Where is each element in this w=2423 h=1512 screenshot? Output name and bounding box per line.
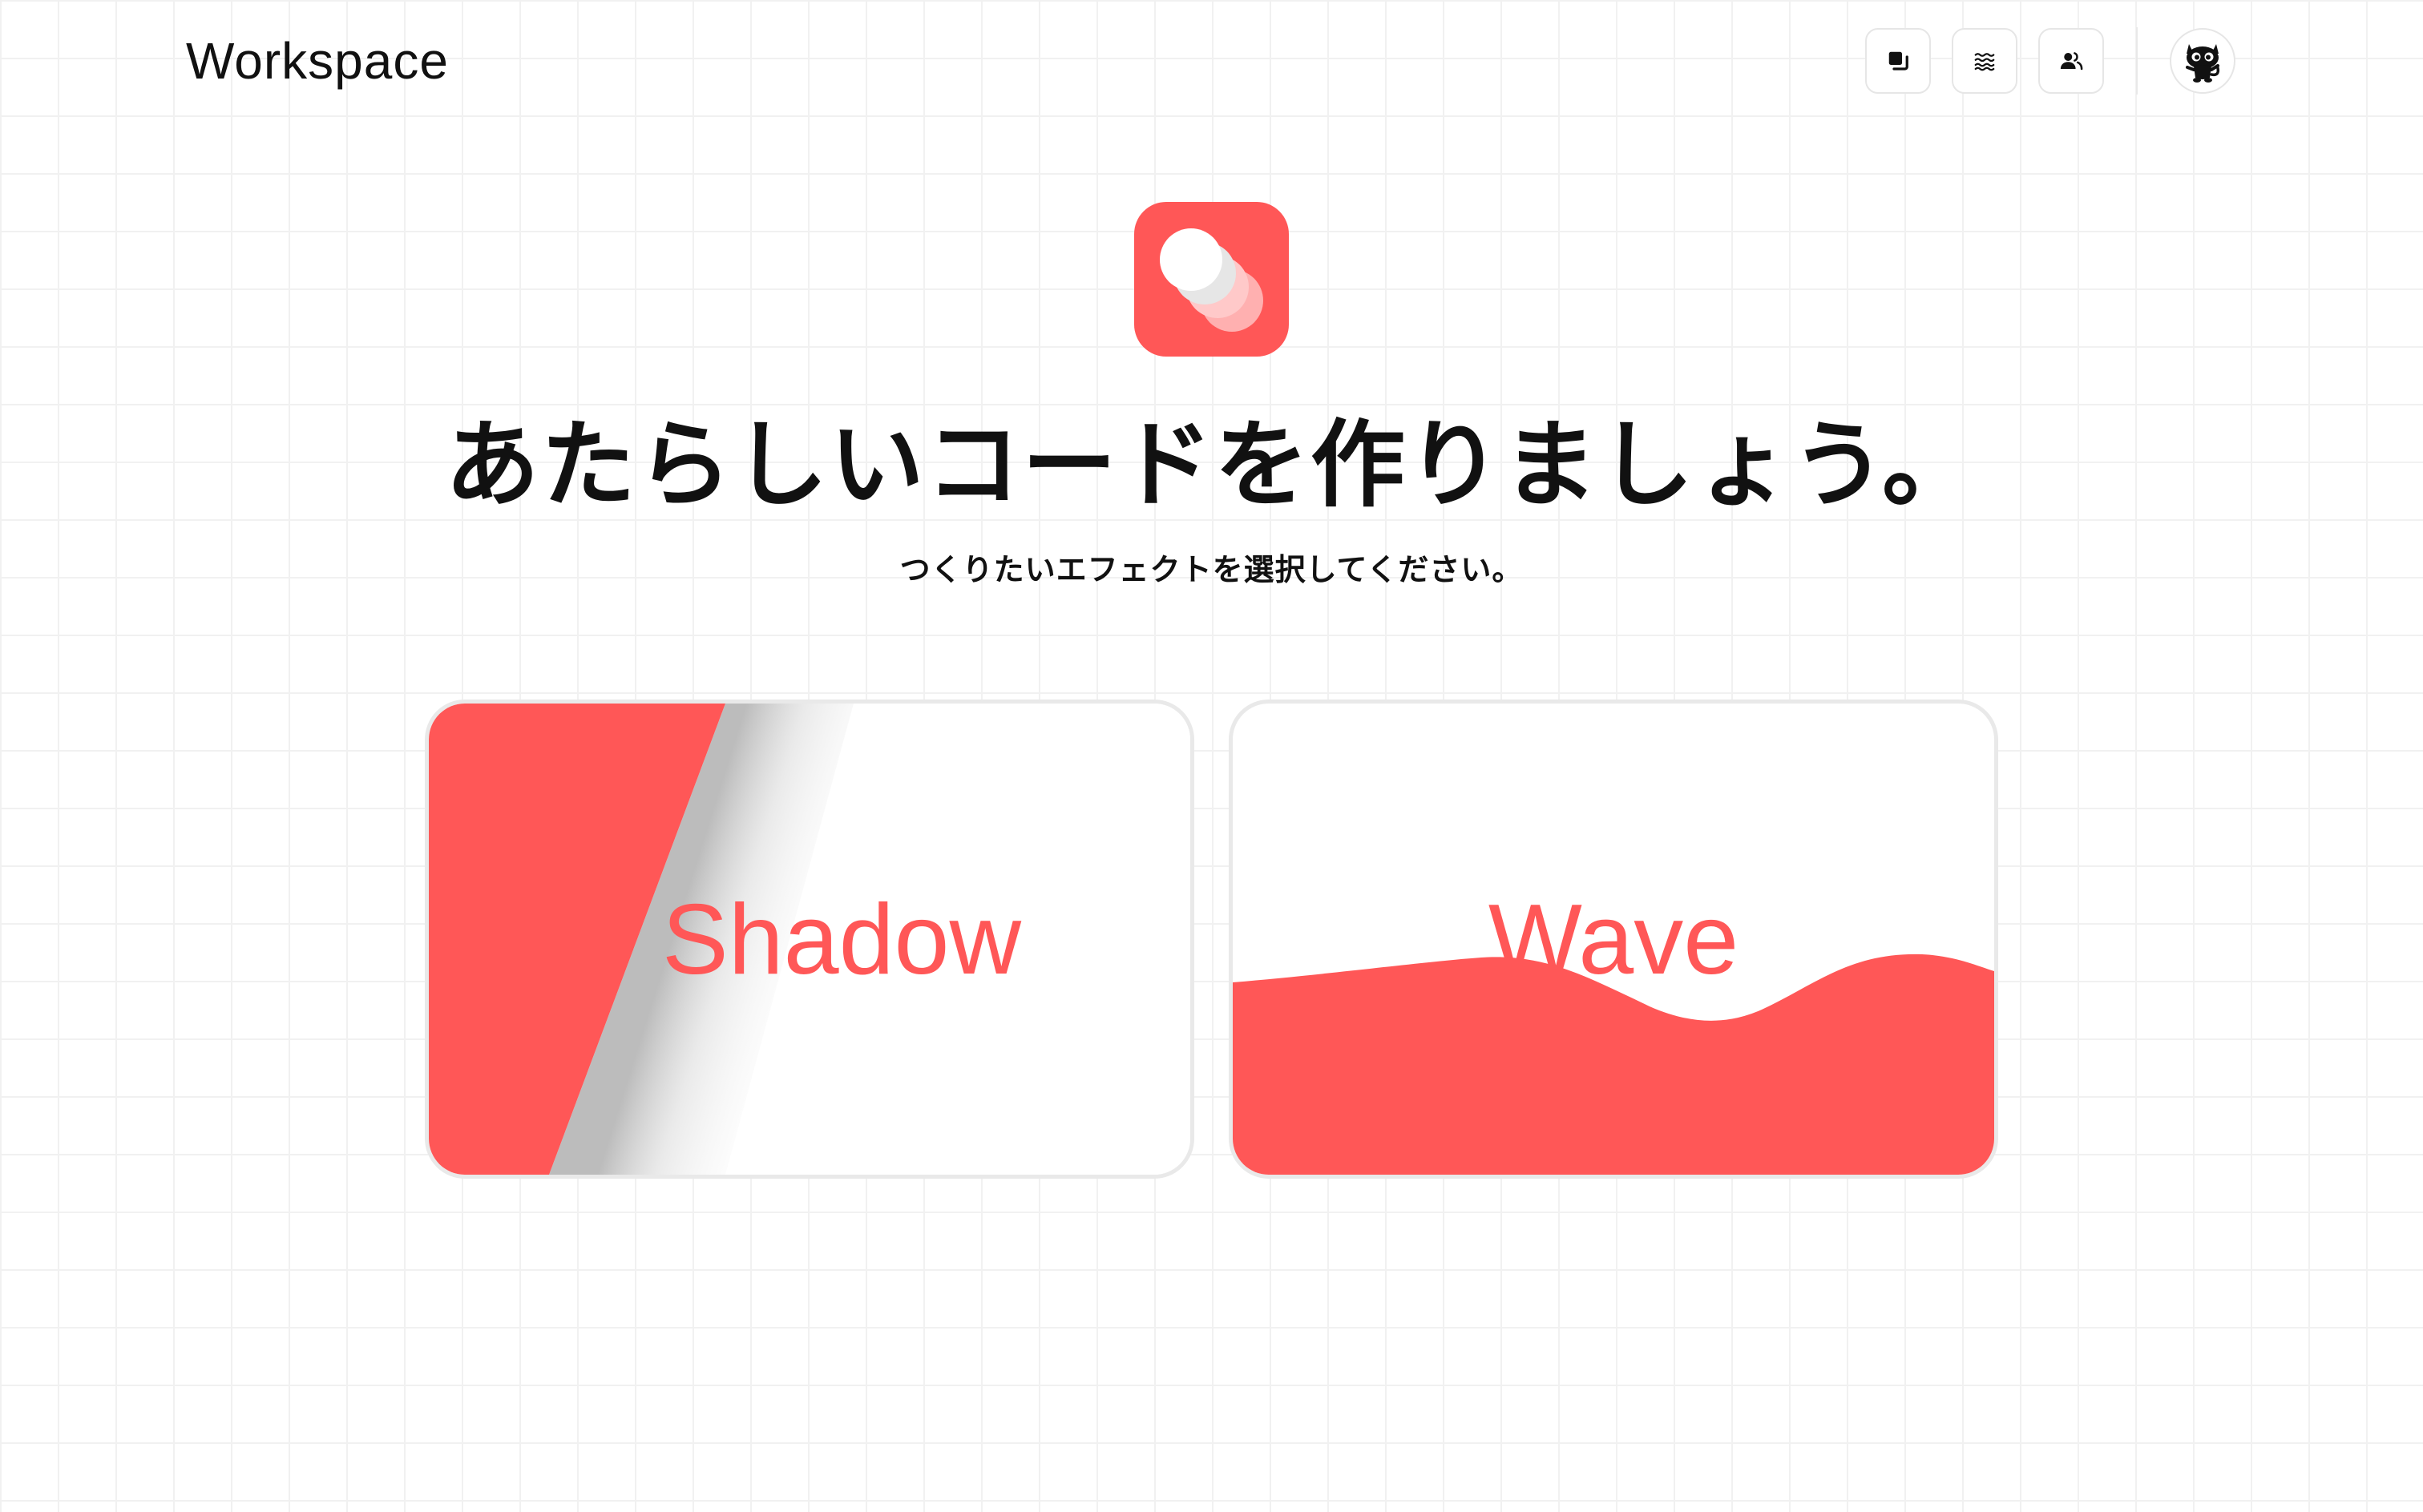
page-title: あたらしいコードを作りましょう。	[445, 409, 1978, 520]
header-divider	[2136, 27, 2138, 95]
users-icon	[2060, 52, 2083, 71]
effect-card-shadow-title: Shadow	[661, 885, 1022, 995]
effect-card-wave[interactable]: Wave	[1229, 700, 1998, 1179]
page-subtitle: つくりたいエフェクトを選択してください。	[899, 552, 1524, 587]
avatar[interactable]	[2170, 28, 2235, 94]
cat-mascot-icon	[2186, 44, 2220, 83]
waves-icon	[1974, 53, 1995, 71]
collection-button[interactable]	[1865, 28, 1931, 94]
collection-icon	[1888, 51, 1908, 71]
top-bar: Workspace	[0, 0, 2423, 128]
effect-card-shadow[interactable]: Shadow	[425, 700, 1194, 1179]
wave-preview	[1233, 954, 1994, 1175]
users-button[interactable]	[2038, 28, 2104, 94]
toggle-effect-app-icon	[1134, 202, 1289, 357]
waves-button[interactable]	[1952, 28, 2017, 94]
brand-title[interactable]: Workspace	[186, 29, 449, 93]
